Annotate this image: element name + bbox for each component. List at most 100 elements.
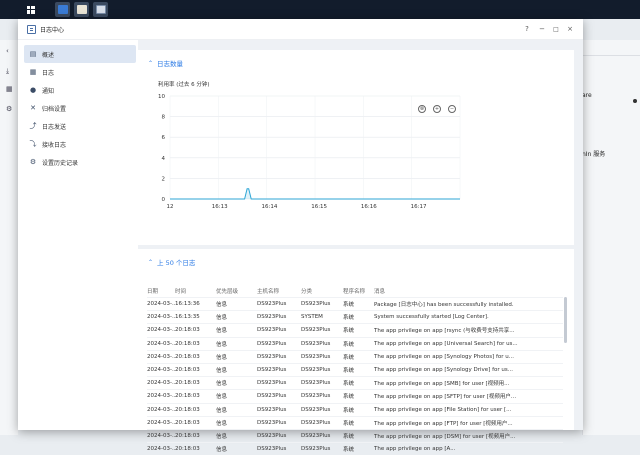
cell-time: 20:18:03 — [175, 419, 200, 426]
column-header-program[interactable]: 程序名称 — [343, 287, 374, 295]
receive-logs-icon: ⤵ — [29, 140, 37, 148]
cell-priority: 信息 — [216, 394, 228, 401]
cell-hostname: DS923Plus — [257, 353, 287, 360]
cell-program: 系统 — [343, 433, 355, 440]
cell-category: DS923Plus — [301, 327, 331, 334]
cell-category: DS923Plus — [301, 367, 331, 374]
background-text-2: nIn 服务 — [582, 151, 606, 158]
close-button[interactable]: × — [564, 23, 576, 35]
cell-time: 20:18:03 — [175, 367, 200, 374]
cell-priority: 信息 — [216, 433, 228, 440]
cell-time: 20:18:03 — [175, 353, 200, 360]
recent-logs-header[interactable]: ⌃ 上 50 个日志 — [148, 257, 195, 267]
y-tick-label: 8 — [162, 115, 166, 121]
cell-time: 20:18:03 — [175, 446, 200, 453]
cell-hostname: DS923Plus — [257, 367, 287, 374]
maximize-button[interactable]: □ — [550, 23, 562, 35]
sidebar-item-label: 接收日志 — [42, 141, 67, 149]
cell-message: The app privilege on app [SFTP] for user… — [374, 394, 517, 401]
cell-message: The app privilege on app [Synology Drive… — [374, 367, 513, 374]
cell-program: 系统 — [343, 381, 355, 388]
table-row[interactable]: 2024-03-... 20:18:03 信息 DS923Plus DS923Plus 系… — [147, 428, 563, 442]
cell-program: 系统 — [343, 354, 355, 361]
cell-program: 系统 — [343, 368, 355, 375]
back-icon: ‹ — [6, 47, 9, 55]
y-tick-label: 6 — [162, 135, 166, 141]
sidebar-item-label: 日志发送 — [42, 123, 67, 131]
cell-message: System successfully started [Log Center]… — [374, 314, 489, 321]
cell-message: The app privilege on app [Universal Sear… — [374, 340, 518, 347]
cell-time: 20:18:03 — [175, 432, 200, 439]
column-header-priority[interactable]: 优先层级 — [216, 287, 257, 295]
cell-message: The app privilege on app [DSM] for user … — [374, 433, 516, 440]
sidebar-item-archive-settings[interactable]: ✕ 归档设置 — [24, 99, 136, 117]
table-row[interactable]: 2024-03-... 20:18:03 信息 DS923Plus DS923Plus 系… — [147, 336, 563, 350]
cell-message: Package [日志中心] has been successfully ins… — [374, 302, 514, 309]
sidebar-item-overview[interactable]: ▤ 概述 — [24, 45, 136, 63]
sidebar-item-settings-history[interactable]: ⚙ 设置历史记录 — [24, 153, 136, 171]
cell-time: 20:18:03 — [175, 406, 200, 413]
table-row[interactable]: 2024-03-... 16:13:35 信息 DS923Plus SYSTEM 系统 Sy… — [147, 310, 563, 323]
taskbar-app-package-center[interactable] — [74, 2, 89, 17]
cell-category: DS923Plus — [301, 340, 331, 347]
cell-time: 20:18:03 — [175, 380, 200, 387]
file-station-icon — [57, 5, 68, 14]
background-text-1: are — [582, 92, 592, 99]
background-dot — [633, 99, 637, 103]
column-header-hostname[interactable]: 主机名称 — [257, 287, 301, 295]
table-row[interactable]: 2024-03-... 20:18:03 信息 DS923Plus DS923Plus 系… — [147, 349, 563, 363]
cell-hostname: DS923Plus — [257, 327, 287, 334]
help-button[interactable]: ? — [521, 23, 533, 35]
cell-hostname: DS923Plus — [257, 446, 287, 453]
cell-time: 20:18:03 — [175, 340, 200, 347]
sidebar-item-label: 归档设置 — [42, 105, 67, 113]
table-row[interactable]: 2024-03-... 16:13:36 信息 DS923Plus DS923Plus 系… — [147, 297, 563, 310]
cell-category: DS923Plus — [301, 406, 331, 413]
cell-date: 2024-03-... — [147, 393, 175, 400]
taskbar-app-file-station[interactable] — [55, 2, 70, 17]
cell-hostname: DS923Plus — [257, 393, 287, 400]
cell-category: DS923Plus — [301, 432, 331, 439]
chart-subtitle: 利用率 (过去 6 分钟) — [158, 82, 210, 88]
sidebar-item-log-sending[interactable]: ⤴ 日志发送 — [24, 117, 136, 135]
grid-icon — [26, 5, 35, 14]
column-header-date[interactable]: 日期 — [147, 287, 175, 295]
table-row[interactable]: 2024-03-... 20:18:03 信息 DS923Plus DS923Plus 系… — [147, 442, 563, 455]
log-count-header[interactable]: ⌃ 日志数量 — [148, 58, 183, 68]
cell-program: 系统 — [343, 407, 355, 414]
taskbar-app-log-center[interactable] — [93, 2, 108, 17]
cell-message: The app privilege on app [A... — [374, 446, 456, 453]
minimize-button[interactable]: − — [536, 23, 548, 35]
cell-program: 系统 — [343, 328, 355, 335]
main-menu-button[interactable] — [23, 2, 38, 17]
sidebar: ▤ 概述 ▦ 日志 ● 通知 ✕ 归档设置 ⤴ 日志发送 ⤵ 接收日志 ⚙ 设置… — [18, 40, 138, 430]
table-row[interactable]: 2024-03-... 20:18:03 信息 DS923Plus DS923Plus 系… — [147, 376, 563, 389]
cell-time: 20:18:03 — [175, 327, 200, 334]
cell-priority: 信息 — [216, 407, 228, 414]
table-row[interactable]: 2024-03-... 20:18:03 信息 DS923Plus DS923Plus 系… — [147, 402, 563, 416]
y-tick-label: 4 — [162, 156, 166, 162]
table-row[interactable]: 2024-03-... 20:18:03 信息 DS923Plus DS923Plus 系… — [147, 323, 563, 336]
table-row[interactable]: 2024-03-... 20:18:03 信息 DS923Plus DS923Plus 系… — [147, 415, 563, 429]
table-row[interactable]: 2024-03-... 20:18:03 信息 DS923Plus DS923Plus 系… — [147, 362, 563, 376]
log-center-icon — [95, 5, 106, 14]
column-header-message[interactable]: 消息 — [374, 287, 555, 295]
log-table-scrollbar[interactable] — [564, 297, 567, 343]
cell-date: 2024-03-... — [147, 367, 175, 374]
table-row[interactable]: 2024-03-... 20:18:03 信息 DS923Plus DS923Plus 系… — [147, 389, 563, 402]
sidebar-item-receive-logs[interactable]: ⤵ 接收日志 — [24, 135, 136, 153]
cell-program: 系统 — [343, 315, 355, 322]
column-header-time[interactable]: 时间 — [175, 287, 216, 295]
package-center-icon — [76, 5, 87, 14]
column-header-category[interactable]: 分类 — [301, 287, 343, 295]
x-tick-label: 16:15 — [311, 204, 327, 210]
sidebar-item-log[interactable]: ▦ 日志 — [24, 63, 136, 81]
settings-history-icon: ⚙ — [29, 158, 37, 166]
window-titlebar[interactable]: 日志中心 ? − □ × — [18, 19, 583, 40]
cell-priority: 信息 — [216, 302, 228, 309]
log-center-app-icon — [27, 25, 36, 34]
cell-category: DS923Plus — [301, 301, 331, 308]
cell-program: 系统 — [343, 394, 355, 401]
cell-time: 20:18:03 — [175, 393, 200, 400]
sidebar-item-notification[interactable]: ● 通知 — [24, 81, 136, 99]
